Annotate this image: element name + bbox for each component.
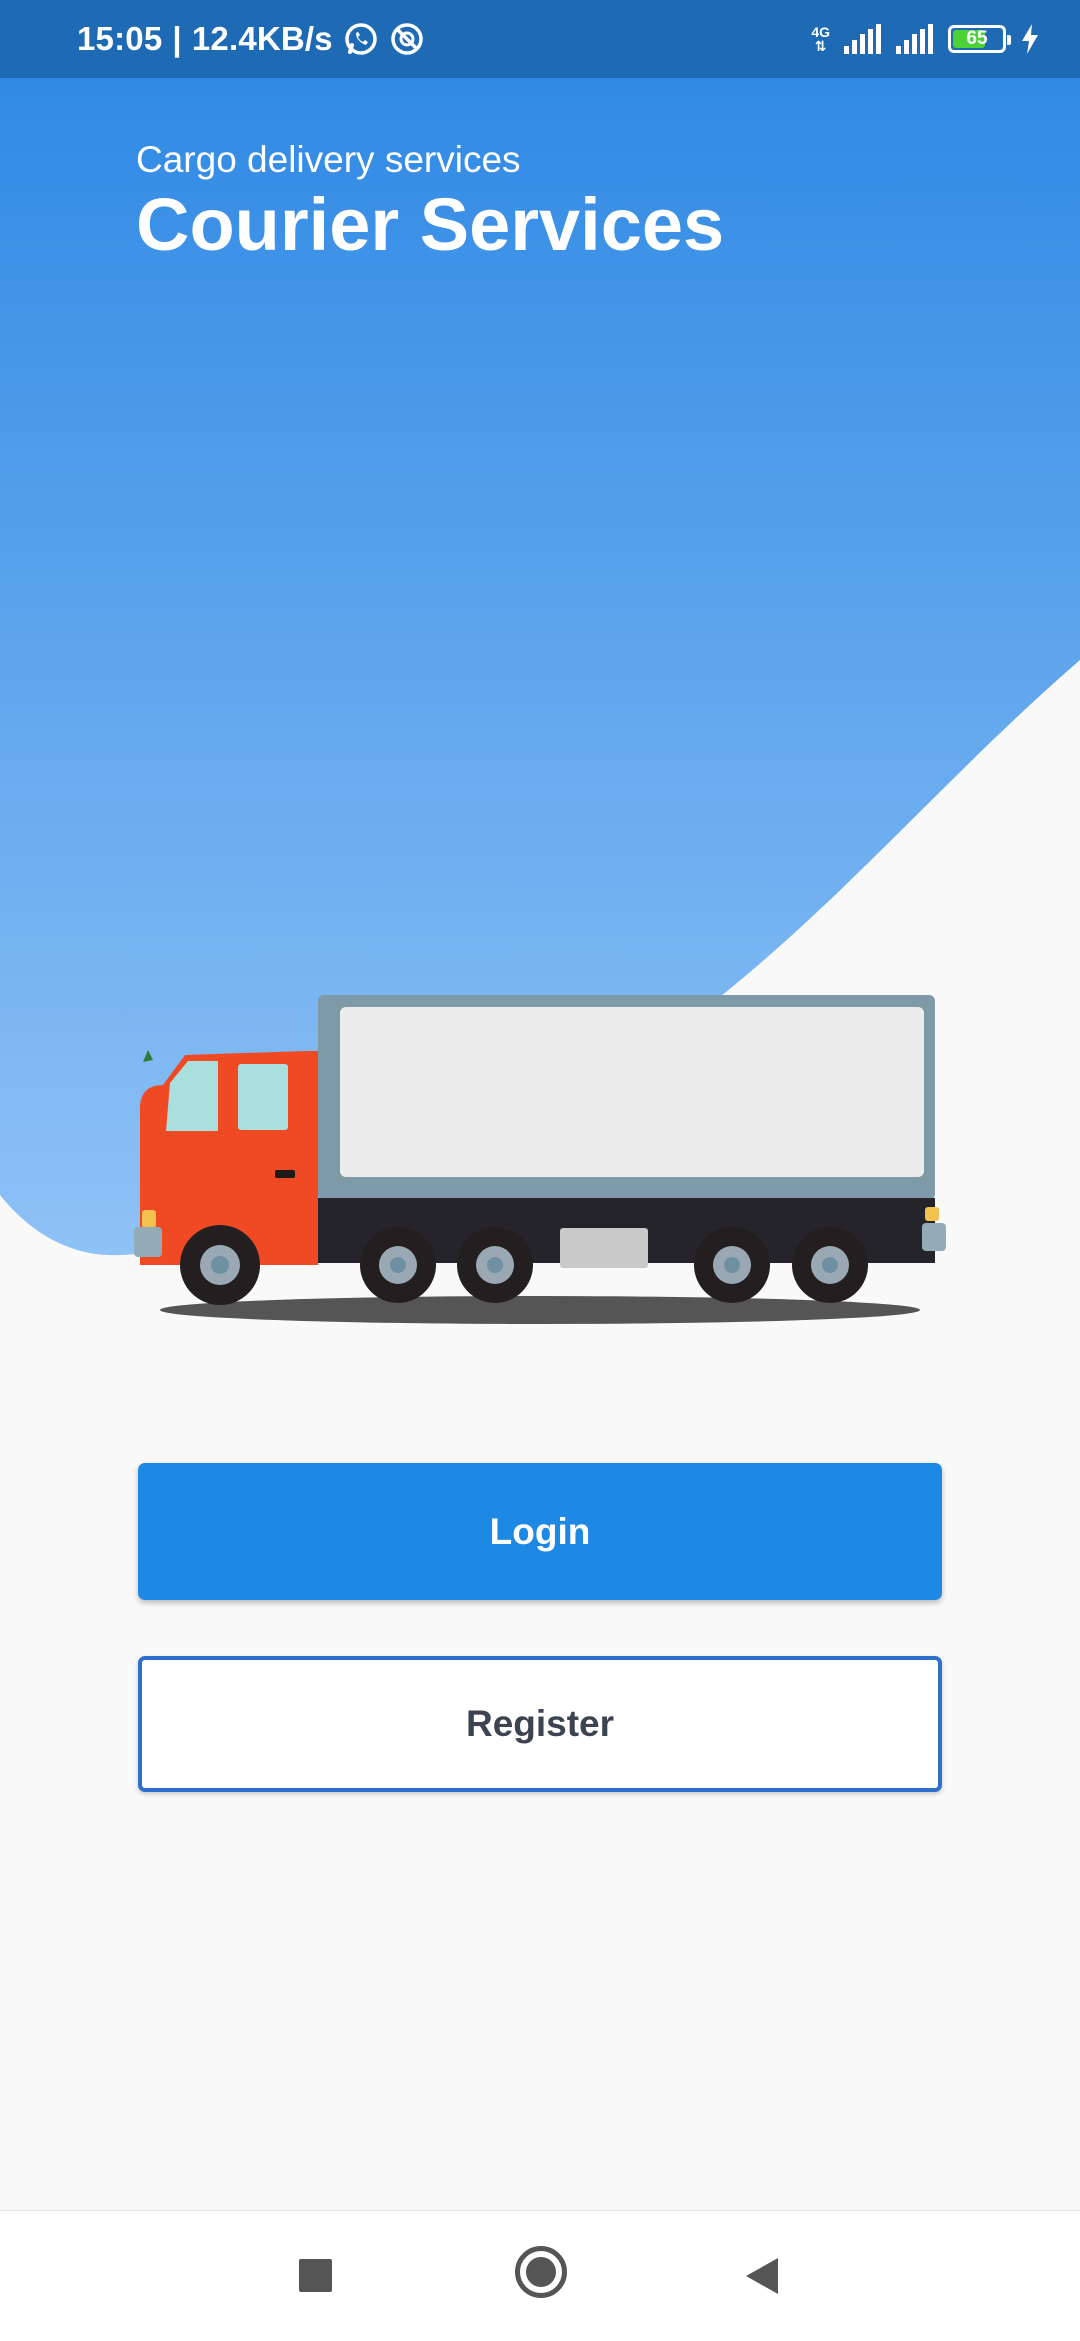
network-speed: 12.4KB/s xyxy=(191,20,333,57)
navigation-bar xyxy=(0,2210,1080,2341)
status-left: 15:05 | 12.4KB/s xyxy=(77,0,425,78)
battery-percent: 65 xyxy=(966,28,988,49)
recents-icon[interactable] xyxy=(299,2259,332,2292)
login-button[interactable]: Login xyxy=(138,1463,942,1600)
status-separator: | xyxy=(172,20,182,57)
app-subtitle: Cargo delivery services xyxy=(136,139,521,180)
app-title: Courier Services xyxy=(136,183,725,266)
signal-icon xyxy=(844,24,881,54)
whatsapp-icon xyxy=(345,23,377,55)
home-icon[interactable] xyxy=(515,2246,567,2298)
header: Cargo delivery services Courier Services xyxy=(136,138,724,266)
network-type: 4G ⇅ xyxy=(811,24,830,54)
data-arrows-icon: ⇅ xyxy=(814,38,827,54)
signal-icon-2 xyxy=(896,24,933,54)
status-right: 4G ⇅ 65 xyxy=(811,0,1040,78)
back-icon[interactable] xyxy=(744,2256,780,2296)
charging-icon xyxy=(1022,24,1038,54)
status-time: 15:05 xyxy=(77,20,163,57)
truck-illustration xyxy=(134,995,946,1324)
battery-icon: 65 xyxy=(948,25,1011,53)
register-button[interactable]: Register xyxy=(138,1656,942,1792)
sync-blocked-icon xyxy=(391,23,423,55)
status-bar: 15:05 | 12.4KB/s 4G ⇅ 65 xyxy=(0,0,1080,78)
